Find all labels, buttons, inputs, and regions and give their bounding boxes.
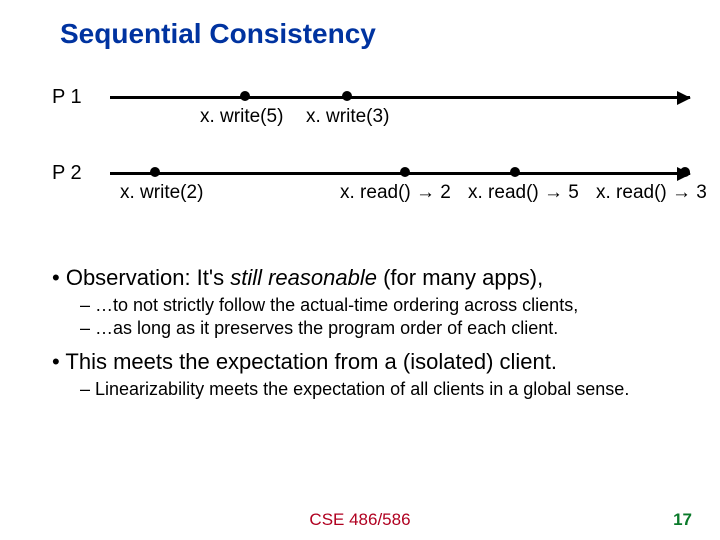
p1-event-dot xyxy=(240,91,250,101)
sub-bullet: – …as long as it preserves the program o… xyxy=(80,318,680,339)
bullet-1: • Observation: It's still reasonable (fo… xyxy=(52,265,680,291)
sub-bullet: – Linearizability meets the expectation … xyxy=(80,379,680,400)
p1-event-label: x. write(3) xyxy=(306,106,389,128)
bullet-text: This meets the expectation from a (isola… xyxy=(65,349,557,374)
p2-event-dot xyxy=(680,167,690,177)
p1-event-label: x. write(5) xyxy=(200,106,283,128)
p1-label: P 1 xyxy=(52,86,82,109)
page-number: 17 xyxy=(673,510,692,530)
p2-event-dot xyxy=(400,167,410,177)
p2-event-label: x. read() → 5 xyxy=(468,182,579,204)
bullet-2: • This meets the expectation from a (iso… xyxy=(52,349,680,375)
bullet-list: • Observation: It's still reasonable (fo… xyxy=(30,265,690,400)
p2-event-dot xyxy=(510,167,520,177)
p2-event-label: x. write(2) xyxy=(120,182,203,204)
slide-title: Sequential Consistency xyxy=(60,18,690,50)
timeline-diagram: P 1 x. write(5) x. write(3) P 2 x. write… xyxy=(40,90,690,240)
footer-text: CSE 486/586 xyxy=(0,510,720,530)
p1-timeline xyxy=(110,96,690,99)
bullet-emph: still reasonable xyxy=(230,265,377,290)
bullet-text: (for many apps), xyxy=(377,265,543,290)
bullet-text: Observation: It's xyxy=(66,265,230,290)
p1-event-dot xyxy=(342,91,352,101)
p2-event-label: x. read() → 2 xyxy=(340,182,451,204)
p2-label: P 2 xyxy=(52,162,82,185)
sub-bullet: – …to not strictly follow the actual-tim… xyxy=(80,295,680,316)
p2-event-dot xyxy=(150,167,160,177)
p2-event-label: x. read() → 3 xyxy=(596,182,707,204)
